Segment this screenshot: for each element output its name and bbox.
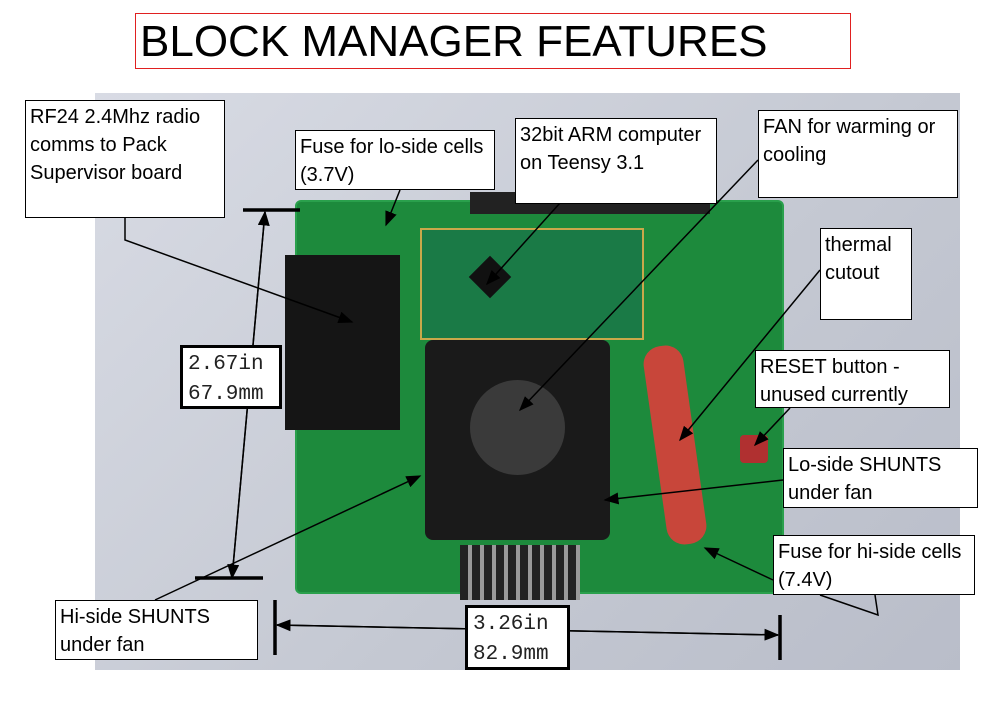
height-mm: 67.9mm xyxy=(188,383,264,406)
lo-shunts-pointer xyxy=(603,479,784,505)
height-in: 2.67in xyxy=(188,353,264,376)
width-mm: 82.9mm xyxy=(473,643,549,666)
hi-shunts-pointer xyxy=(154,475,422,601)
label-fuse-hi: Fuse for hi-side cells (7.4V) xyxy=(773,535,975,595)
label-rf24: RF24 2.4Mhz radio comms to Pack Supervis… xyxy=(25,100,225,218)
label-arm: 32bit ARM computer on Teensy 3.1 xyxy=(515,118,717,204)
fuse-hi-pointer xyxy=(703,547,774,581)
height-dimension-box: 2.67in 67.9mm xyxy=(180,345,282,409)
fuse-lo-pointer xyxy=(385,189,401,227)
label-thermal: thermal cutout xyxy=(820,228,912,320)
label-reset: RESET button - unused currently xyxy=(755,350,950,408)
rf24-pointer xyxy=(124,218,354,324)
label-lo-shunts: Lo-side SHUNTS under fan xyxy=(783,448,978,508)
fuse-hi-bracket xyxy=(819,594,879,617)
width-dimension-box: 3.26in 82.9mm xyxy=(465,605,570,670)
arm-pointer xyxy=(485,202,561,286)
label-hi-shunts: Hi-side SHUNTS under fan xyxy=(55,600,258,660)
label-fuse-lo: Fuse for lo-side cells (3.7V) xyxy=(295,130,495,190)
width-in: 3.26in xyxy=(473,613,549,636)
reset-pointer xyxy=(753,407,791,447)
label-fan: FAN for warming or cooling xyxy=(758,110,958,198)
